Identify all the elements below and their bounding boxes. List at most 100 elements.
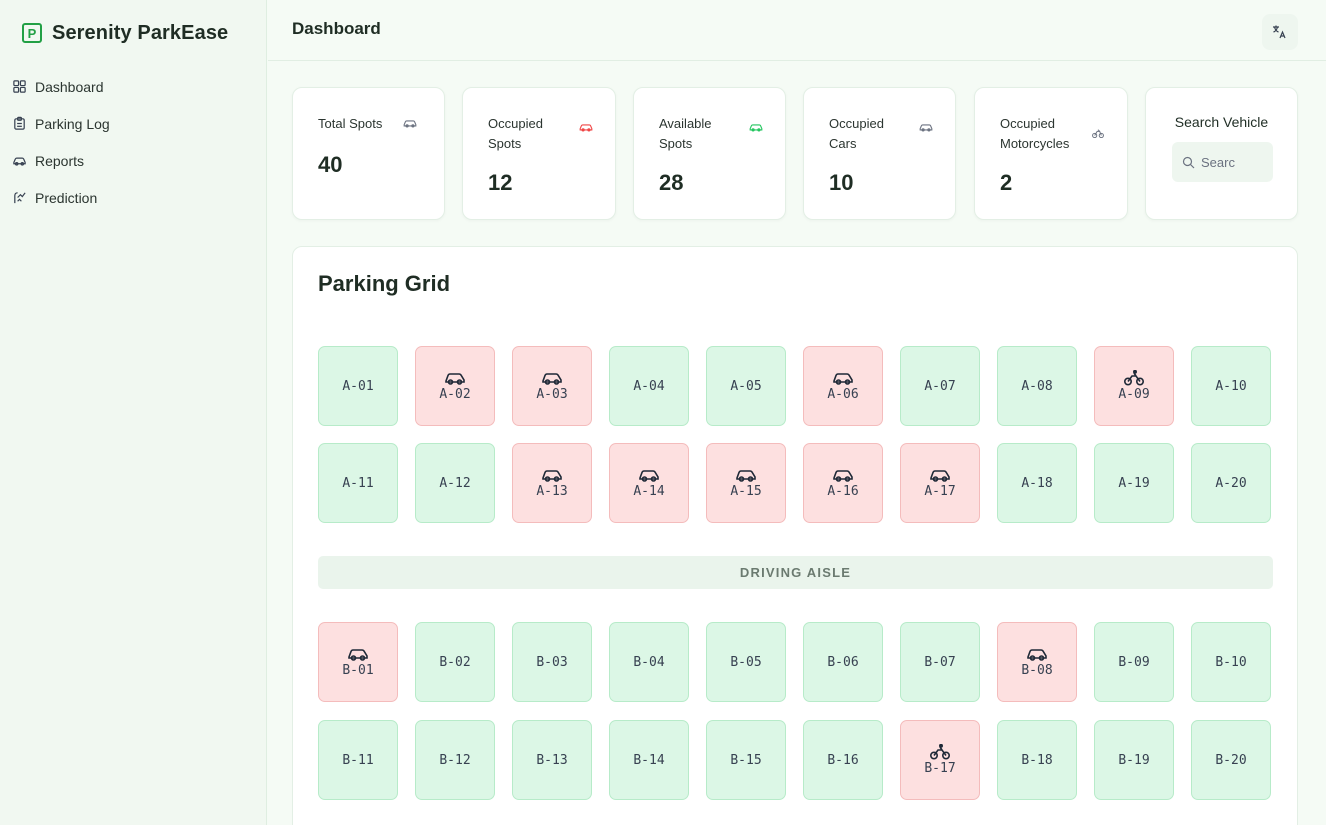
sidebar-item-parking-log[interactable]: Parking Log <box>0 105 266 142</box>
sidebar-item-prediction[interactable]: Prediction <box>0 179 266 216</box>
parking-spot-b-07[interactable]: B-07 <box>900 622 980 702</box>
stat-value: 40 <box>318 152 343 177</box>
parking-spot-a-13[interactable]: A-13 <box>512 443 592 523</box>
parking-spot-b-01[interactable]: B-01 <box>318 622 398 702</box>
stat-card-available-spots: Available Spots 28 <box>633 87 786 220</box>
spot-label: B-03 <box>536 654 568 670</box>
spot-label: B-07 <box>924 654 956 670</box>
spot-label: A-13 <box>536 484 568 499</box>
parking-spot-b-03[interactable]: B-03 <box>512 622 592 702</box>
parking-spot-b-11[interactable]: B-11 <box>318 720 398 800</box>
parking-spot-a-16[interactable]: A-16 <box>803 443 883 523</box>
parking-row: A-01 A-02 A-03 A-04 A-05 A-06 A-07 A-08 A-09 A-10 <box>318 346 1271 426</box>
parking-spot-a-14[interactable]: A-14 <box>609 443 689 523</box>
page-title: Dashboard <box>292 19 381 38</box>
spot-label: A-12 <box>439 475 471 491</box>
parking-spot-a-11[interactable]: A-11 <box>318 443 398 523</box>
car-icon <box>930 470 950 482</box>
grid-icon <box>13 80 26 93</box>
parking-spot-b-18[interactable]: B-18 <box>997 720 1077 800</box>
parking-spot-b-15[interactable]: B-15 <box>706 720 786 800</box>
parking-spot-a-08[interactable]: A-08 <box>997 346 1077 426</box>
parking-spot-a-07[interactable]: A-07 <box>900 346 980 426</box>
spot-label: A-17 <box>924 484 956 499</box>
parking-spot-b-17[interactable]: B-17 <box>900 720 980 800</box>
parking-spot-a-17[interactable]: A-17 <box>900 443 980 523</box>
parking-spot-b-10[interactable]: B-10 <box>1191 622 1271 702</box>
parking-spot-a-02[interactable]: A-02 <box>415 346 495 426</box>
parking-spot-b-06[interactable]: B-06 <box>803 622 883 702</box>
spot-label: B-06 <box>827 654 859 670</box>
spot-label: B-09 <box>1118 654 1150 670</box>
parking-spot-b-14[interactable]: B-14 <box>609 720 689 800</box>
parking-spot-b-13[interactable]: B-13 <box>512 720 592 800</box>
parking-spot-a-12[interactable]: A-12 <box>415 443 495 523</box>
parking-spot-b-08[interactable]: B-08 <box>997 622 1077 702</box>
car-icon <box>639 470 659 482</box>
spot-label: B-14 <box>633 752 665 768</box>
parking-spot-b-16[interactable]: B-16 <box>803 720 883 800</box>
search-vehicle-card: Search Vehicle <box>1145 87 1298 220</box>
parking-row: B-01 B-02 B-03 B-04 B-05 B-06 B-07 B-08 B-09 B-10 <box>318 622 1271 702</box>
sidebar-item-reports[interactable]: Reports <box>0 142 266 179</box>
search-box[interactable] <box>1172 142 1273 182</box>
car-icon <box>403 120 417 128</box>
motorcycle-icon <box>1092 129 1104 138</box>
spot-label: B-02 <box>439 654 471 670</box>
spot-label: B-01 <box>342 663 374 678</box>
driving-aisle: DRIVING AISLE <box>318 556 1273 589</box>
search-title: Search Vehicle <box>1174 114 1269 130</box>
stat-value: 28 <box>659 170 684 195</box>
parking-spot-a-20[interactable]: A-20 <box>1191 443 1271 523</box>
parking-spot-b-20[interactable]: B-20 <box>1191 720 1271 800</box>
sidebar-item-dashboard[interactable]: Dashboard <box>0 68 266 105</box>
sidebar-item-label: Reports <box>35 152 85 169</box>
parking-spot-b-04[interactable]: B-04 <box>609 622 689 702</box>
brand[interactable]: P Serenity ParkEase <box>0 0 266 66</box>
spot-label: B-05 <box>730 654 762 670</box>
parking-spot-a-19[interactable]: A-19 <box>1094 443 1174 523</box>
spot-label: B-15 <box>730 752 762 768</box>
stat-value: 10 <box>829 170 854 195</box>
sidebar-item-label: Prediction <box>35 189 98 206</box>
stat-label: Available Spots <box>659 116 712 151</box>
spot-label: B-11 <box>342 752 374 768</box>
parking-logo-icon: P <box>22 23 42 43</box>
sidebar-item-label: Parking Log <box>35 115 110 132</box>
stat-card-occupied-spots: Occupied Spots 12 <box>462 87 616 220</box>
stat-card-occupied-cars: Occupied Cars 10 <box>803 87 956 220</box>
spot-label: A-02 <box>439 387 471 402</box>
spot-label: A-07 <box>924 378 956 394</box>
parking-spot-b-09[interactable]: B-09 <box>1094 622 1174 702</box>
spot-label: A-03 <box>536 387 568 402</box>
parking-spot-a-10[interactable]: A-10 <box>1191 346 1271 426</box>
language-button[interactable] <box>1262 14 1298 50</box>
spot-label: A-15 <box>730 484 762 499</box>
spot-label: A-20 <box>1215 475 1247 491</box>
parking-spot-b-02[interactable]: B-02 <box>415 622 495 702</box>
top-bar: Dashboard <box>268 0 1326 61</box>
parking-spot-b-12[interactable]: B-12 <box>415 720 495 800</box>
spot-label: B-10 <box>1215 654 1247 670</box>
translate-icon <box>1273 25 1286 39</box>
parking-spot-b-19[interactable]: B-19 <box>1094 720 1174 800</box>
stat-label: Occupied Spots <box>488 116 543 151</box>
parking-spot-b-05[interactable]: B-05 <box>706 622 786 702</box>
parking-spot-a-03[interactable]: A-03 <box>512 346 592 426</box>
parking-spot-a-09[interactable]: A-09 <box>1094 346 1174 426</box>
car-icon <box>348 649 368 661</box>
parking-spot-a-18[interactable]: A-18 <box>997 443 1077 523</box>
sidebar: P Serenity ParkEase Dashboard Parking Lo… <box>0 0 267 825</box>
parking-spot-a-15[interactable]: A-15 <box>706 443 786 523</box>
spot-label: A-11 <box>342 475 374 491</box>
sidebar-item-label: Dashboard <box>35 78 104 95</box>
search-icon <box>1182 156 1195 168</box>
parking-spot-a-06[interactable]: A-06 <box>803 346 883 426</box>
car-icon <box>579 124 593 132</box>
search-input[interactable] <box>1201 154 1263 170</box>
parking-spot-a-04[interactable]: A-04 <box>609 346 689 426</box>
parking-spot-a-05[interactable]: A-05 <box>706 346 786 426</box>
parking-spot-a-01[interactable]: A-01 <box>318 346 398 426</box>
parking-grid-panel: Parking Grid A-01 A-02 A-03 A-04 A-05 A-06 A-0… <box>292 246 1298 825</box>
car-icon <box>833 470 853 482</box>
